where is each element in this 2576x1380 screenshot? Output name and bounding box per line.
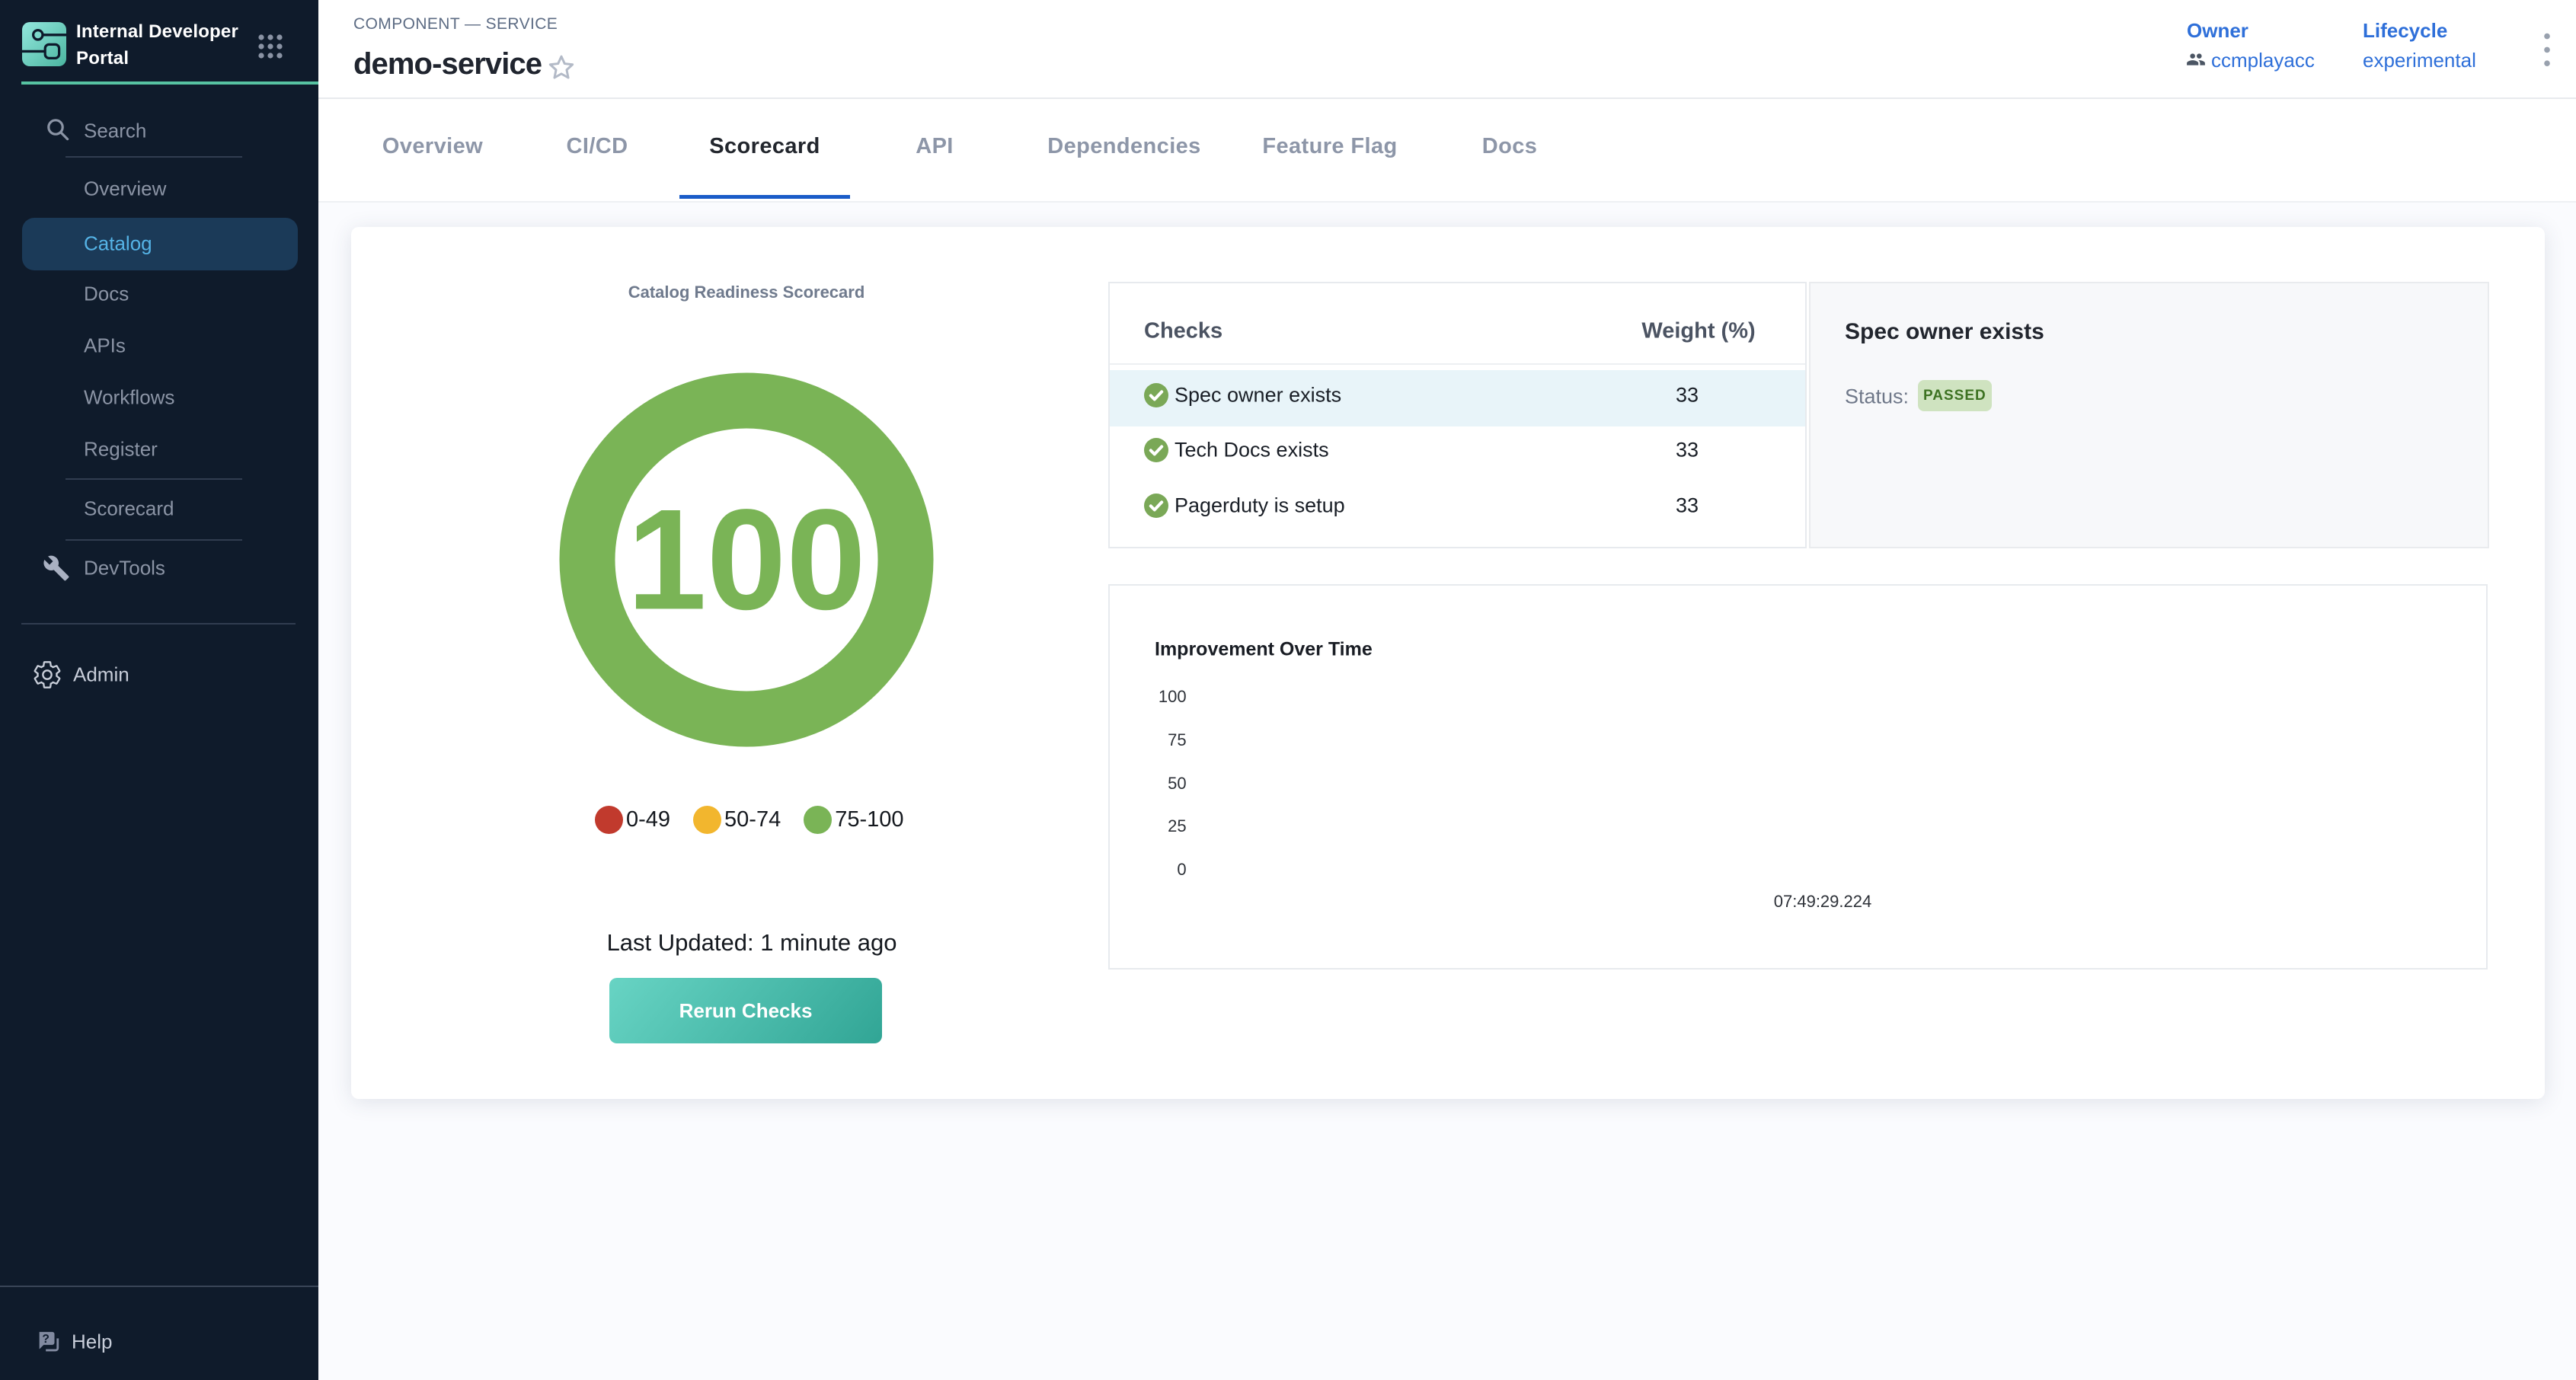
svg-text:?: ? [42, 1333, 50, 1346]
svg-text:100: 100 [627, 479, 866, 639]
